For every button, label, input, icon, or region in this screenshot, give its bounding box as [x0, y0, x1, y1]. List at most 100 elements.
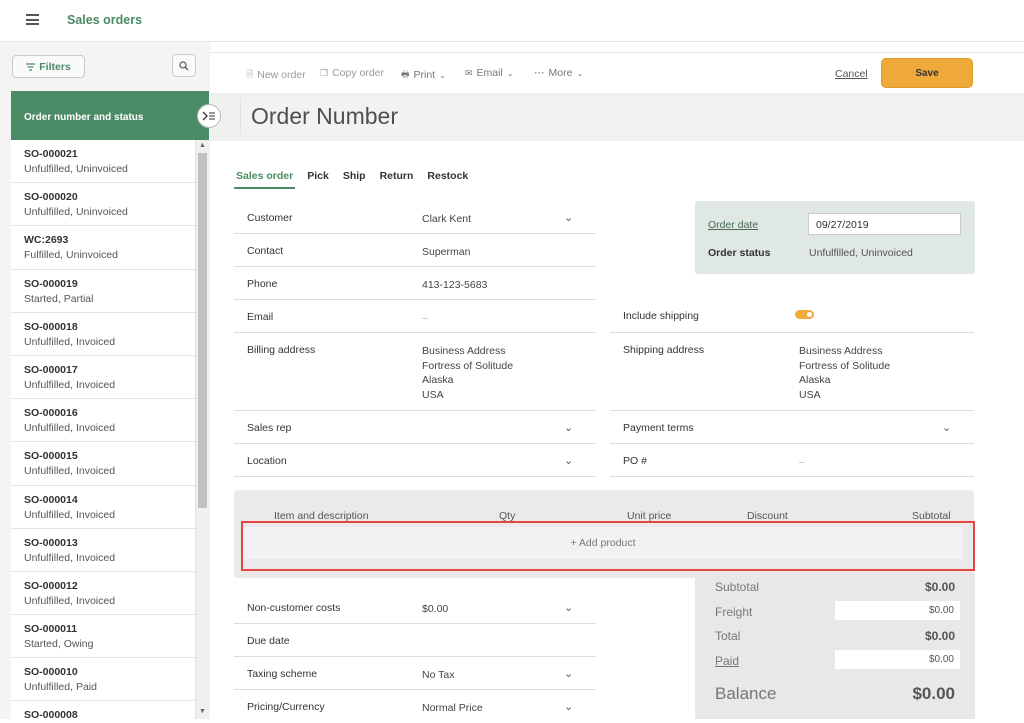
list-item[interactable]: SO-000013 Unfulfilled, Invoiced [11, 529, 195, 572]
chevron-down-icon[interactable]: ⌄ [564, 700, 573, 713]
chevron-down-icon[interactable]: ⌄ [564, 421, 573, 434]
new-order-label: New order [257, 69, 306, 81]
order-number: SO-000021 [24, 148, 78, 160]
list-item[interactable]: SO-000019 Started, Partial [11, 270, 195, 313]
taxing-scheme-label: Taxing scheme [247, 668, 318, 680]
tab-pick[interactable]: Pick [305, 170, 331, 189]
taxing-scheme-field[interactable]: Taxing scheme No Tax ⌄ [234, 657, 596, 690]
location-field[interactable]: Location ⌄ [234, 444, 596, 477]
search-button[interactable] [172, 54, 196, 77]
tab-return[interactable]: Return [378, 170, 416, 189]
print-button[interactable]: 🖶 Print ⌄ [401, 67, 446, 83]
email-value: – [422, 312, 428, 324]
order-status: Started, Partial [24, 292, 94, 305]
tab-ship[interactable]: Ship [341, 170, 368, 189]
paid-input[interactable]: $0.00 [835, 650, 960, 669]
non-customer-costs-field[interactable]: Non-customer costs $0.00 ⌄ [234, 591, 596, 624]
email-label: Email [476, 67, 503, 79]
collapse-panel-button[interactable] [197, 104, 221, 128]
billing-address-field[interactable]: Billing address Business Address Fortress… [234, 333, 596, 411]
tab-sales-order[interactable]: Sales order [234, 170, 296, 189]
shipping-address-field[interactable]: Shipping address Business Address Fortres… [610, 333, 974, 411]
order-date-label[interactable]: Order date [708, 219, 758, 231]
copy-order-button[interactable]: ❐ Copy order [320, 67, 384, 79]
list-item[interactable]: SO-000016 Unfulfilled, Invoiced [11, 399, 195, 443]
order-status: Unfulfilled, Uninvoiced [24, 206, 128, 219]
phone-label: Phone [247, 278, 278, 290]
sales-rep-field[interactable]: Sales rep ⌄ [234, 411, 596, 444]
list-item[interactable]: SO-000020 Unfulfilled, Uninvoiced [11, 183, 195, 227]
order-number: SO-000012 [24, 579, 78, 592]
order-number: SO-000018 [24, 320, 78, 333]
column-header-qty: Qty [499, 510, 516, 522]
list-item[interactable]: SO-000017 Unfulfilled, Invoiced [11, 356, 195, 400]
phone-field[interactable]: Phone 413-123-5683 [234, 267, 596, 300]
menu-icon[interactable] [26, 14, 39, 25]
phone-value: 413-123-5683 [422, 279, 488, 291]
scroll-up-arrow-icon[interactable]: ▲ [199, 142, 206, 149]
balance-label: Balance [715, 684, 777, 703]
toolbar: 🗎 New order ❐ Copy order 🖶 Print ⌄ ✉ Ema… [210, 52, 1024, 93]
more-button[interactable]: ⋯ More ⌄ [534, 67, 583, 79]
subtotal-label: Subtotal [715, 580, 760, 594]
payment-terms-field[interactable]: Payment terms ⌄ [610, 411, 974, 444]
pricing-currency-field[interactable]: Pricing/Currency Normal Price ⌄ [234, 690, 596, 723]
new-order-button[interactable]: 🗎 New order [246, 67, 306, 83]
customer-field[interactable]: Customer Clark Kent ⌄ [234, 201, 596, 234]
subtotal-value: $0.00 [924, 580, 955, 594]
list-item[interactable]: SO-000018 Unfulfilled, Invoiced [11, 313, 195, 356]
email-field-label: Email [247, 311, 274, 323]
include-shipping-label: Include shipping [623, 310, 699, 322]
include-shipping-toggle[interactable] [795, 310, 814, 319]
customer-label: Customer [247, 212, 293, 224]
scrollbar-thumb[interactable] [198, 153, 207, 508]
contact-value: Superman [422, 246, 471, 258]
list-header[interactable]: Order number and status [11, 91, 209, 140]
list-item[interactable]: WC:2693 Fulfilled, Uninvoiced [11, 226, 195, 270]
list-item[interactable]: SO-000021 Unfulfilled, Uninvoiced [11, 140, 195, 184]
shipping-address-value: Business Address Fortress of Solitude Alas… [799, 345, 891, 401]
order-list: SO-000021 Unfulfilled, Uninvoiced SO-00002… [11, 140, 196, 719]
list-item[interactable]: SO-000011 Started, Owing [11, 615, 195, 659]
order-number: SO-000013 [24, 536, 78, 549]
email-button[interactable]: ✉ Email ⌄ [465, 67, 514, 79]
list-item[interactable]: SO-000012 Unfulfilled, Invoiced [11, 572, 195, 616]
order-status: Fulfilled, Uninvoiced [24, 249, 118, 262]
chevron-down-icon[interactable]: ⌄ [564, 454, 573, 467]
list-item[interactable]: SO-000014 Unfulfilled, Invoiced [11, 486, 195, 529]
pricing-currency-value: Normal Price [422, 702, 483, 714]
order-number: SO-000019 [24, 277, 78, 290]
due-date-field[interactable]: Due date [234, 624, 596, 657]
list-scrollbar[interactable]: ▲ ▼ [196, 140, 209, 719]
chevron-down-icon[interactable]: ⌄ [564, 601, 573, 614]
chevron-down-icon[interactable]: ⌄ [564, 667, 573, 680]
chevron-down-icon[interactable]: ⌄ [564, 211, 573, 224]
email-field[interactable]: Email – [234, 300, 596, 333]
po-field[interactable]: PO # – [610, 444, 974, 477]
print-label: Print [413, 69, 436, 81]
freight-label: Freight [715, 605, 753, 619]
order-number: SO-000017 [24, 363, 78, 376]
add-product-button[interactable]: + Add product [243, 527, 963, 559]
list-item[interactable]: SO-000015 Unfulfilled, Invoiced [11, 442, 195, 486]
customer-value: Clark Kent [422, 213, 472, 225]
column-header-subtotal: Subtotal [912, 510, 951, 522]
save-button[interactable]: Save [881, 58, 973, 88]
order-status: Unfulfilled, Paid [24, 681, 97, 694]
tab-restock[interactable]: Restock [425, 170, 470, 189]
list-item[interactable]: SO-000008 [11, 701, 195, 719]
order-number-input[interactable]: Order Number [240, 97, 1024, 135]
order-date-input[interactable]: 09/27/2019 [808, 213, 961, 235]
contact-field[interactable]: Contact Superman [234, 234, 596, 267]
filters-button[interactable]: Filters [12, 55, 85, 78]
list-item[interactable]: SO-000010 Unfulfilled, Paid [11, 658, 195, 702]
freight-input[interactable]: $0.00 [835, 601, 960, 620]
scroll-down-arrow-icon[interactable]: ▼ [199, 708, 206, 715]
paid-link[interactable]: Paid [715, 654, 739, 668]
cancel-link[interactable]: Cancel [835, 68, 868, 80]
order-status: Unfulfilled, Invoiced [24, 378, 116, 391]
chevron-down-icon[interactable]: ⌄ [942, 421, 951, 434]
order-number: SO-000016 [24, 407, 78, 420]
document-icon: 🗎 [246, 69, 254, 79]
non-customer-costs-value: $0.00 [422, 603, 449, 615]
